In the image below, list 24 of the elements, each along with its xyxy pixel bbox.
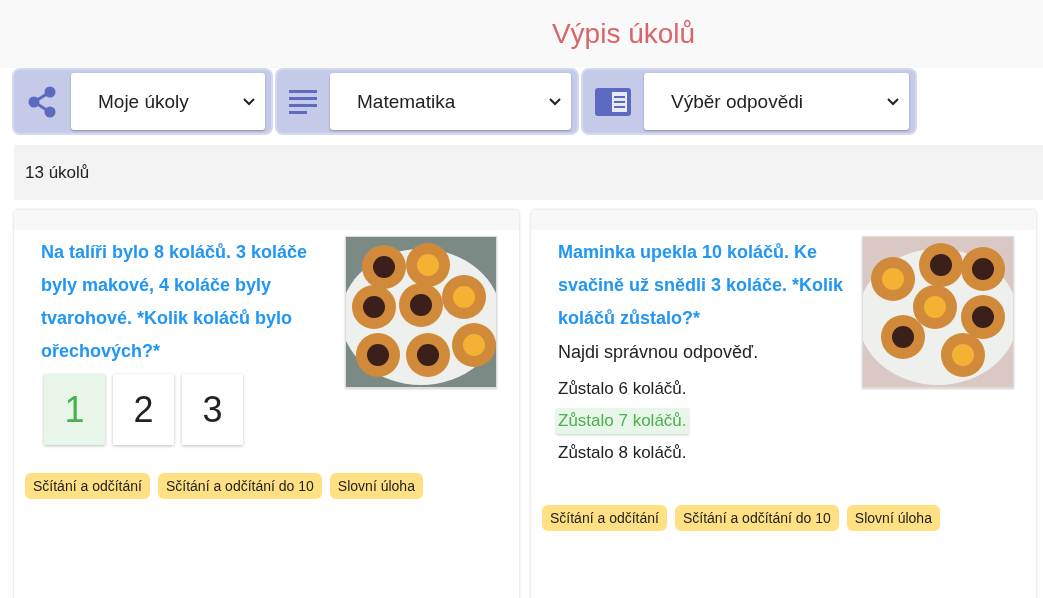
question-text: Maminka upekla 10 koláčů. Ke svačině už snědli 3 koláče. *Kolik koláčů zůstalo?*: [558, 241, 845, 330]
number-option[interactable]: 2: [113, 374, 174, 445]
answer-option[interactable]: Zůstalo 8 koláčů.: [556, 440, 689, 466]
question-text: Na talíři bylo 8 koláčů. 3 koláče byly makové, 4 koláče byly tvarohové. *Kolik koláčů bylo ořechových?*: [41, 241, 309, 363]
text-lines-icon: [289, 89, 317, 114]
dropdown[interactable]: Matematika: [330, 73, 571, 130]
page-title: Výpis úkolů: [551, 18, 696, 50]
tag: Slovní úloha: [846, 505, 940, 531]
task-count: 13 úkolů: [25, 162, 90, 183]
dropdown[interactable]: Moje úkoly: [71, 73, 265, 130]
chevron-icon: [549, 97, 561, 106]
tag: Sčítání a odčítání do 10: [674, 505, 839, 531]
dropdown[interactable]: Výběr odpovědi: [644, 73, 909, 130]
tag: Sčítání a odčítání: [542, 505, 667, 531]
answer-option[interactable]: Zůstalo 6 koláčů.: [556, 376, 689, 402]
tag: Sčítání a odčítání do 10: [157, 473, 322, 499]
share-icon: [26, 85, 58, 118]
tag: Slovní úloha: [329, 473, 423, 499]
panel-icon: [595, 87, 631, 116]
chevron-icon: [887, 97, 899, 106]
tag: Sčítání a odčítání: [25, 473, 150, 499]
number-option[interactable]: 3: [182, 374, 243, 445]
instruction-text: Najdi správnou odpověď.: [558, 342, 760, 363]
chevron-icon: [243, 97, 255, 106]
